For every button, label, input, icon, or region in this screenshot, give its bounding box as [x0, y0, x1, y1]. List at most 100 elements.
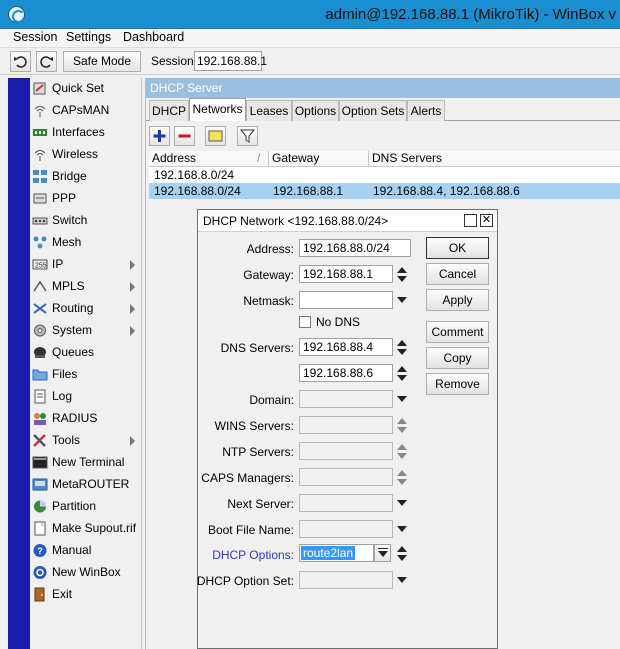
submenu-arrow-icon	[130, 304, 135, 314]
ppp-icon	[33, 193, 47, 204]
copy-button[interactable]: Copy	[426, 347, 489, 369]
menu-settings[interactable]: Settings	[63, 30, 114, 44]
boot-file-name-field[interactable]	[299, 520, 393, 538]
domain-field[interactable]	[299, 390, 393, 408]
tab-options[interactable]: Options	[292, 100, 339, 121]
menu-session[interactable]: Session	[10, 30, 60, 44]
networks-table: Address / Gateway DNS Servers 192.168.8.…	[149, 151, 620, 199]
sidebar-item-switch[interactable]: Switch	[30, 210, 142, 232]
wins-spinner-icon[interactable]	[397, 418, 407, 434]
redo-button[interactable]	[36, 51, 57, 72]
menu-dashboard[interactable]: Dashboard	[120, 30, 187, 44]
svg-text:255: 255	[35, 263, 47, 270]
caps-spinner-icon[interactable]	[397, 470, 407, 486]
sidebar-item-queues[interactable]: Queues	[30, 342, 142, 364]
safe-mode-button[interactable]: Safe Mode	[63, 51, 141, 72]
apply-button[interactable]: Apply	[426, 289, 489, 311]
dhcp-options-spinner-icon[interactable]	[397, 546, 407, 562]
remove-button-dialog[interactable]: Remove	[426, 373, 489, 395]
tab-networks[interactable]: Networks	[189, 98, 246, 121]
comment-button-dialog[interactable]: Comment	[426, 321, 489, 343]
sidebar-item-interfaces[interactable]: Interfaces	[30, 122, 142, 144]
no-dns-checkbox[interactable]	[299, 316, 311, 328]
tab-dhcp[interactable]: DHCP	[149, 100, 189, 121]
dhcp-options-field[interactable]: route2lan	[299, 544, 374, 562]
sidebar-item-partition[interactable]: Partition	[30, 496, 142, 518]
next-server-field[interactable]	[299, 494, 393, 512]
gateway-field[interactable]: 192.168.88.1	[299, 265, 393, 283]
sidebar-item-mpls[interactable]: MPLS	[30, 276, 142, 298]
partition-icon	[34, 500, 46, 513]
undo-icon	[14, 56, 27, 68]
dhcp-options-label: DHCP Options:	[212, 548, 294, 562]
dialog-titlebar[interactable]: DHCP Network <192.168.88.0/24> ✕	[198, 210, 497, 232]
window-titlebar[interactable]: admin@192.168.88.1 (MikroTik) - WinBox v	[0, 0, 620, 29]
wins-servers-field[interactable]	[299, 416, 393, 434]
tab-alerts[interactable]: Alerts	[407, 100, 445, 121]
netmask-dropdown-icon[interactable]	[397, 297, 407, 303]
ntp-spinner-icon[interactable]	[397, 444, 407, 460]
sidebar-item-new-terminal[interactable]: New Terminal	[30, 452, 142, 474]
sidebar-item-ip[interactable]: 255 IP	[30, 254, 142, 276]
sidebar-item-make-supout[interactable]: Make Supout.rif	[30, 518, 142, 540]
remove-button[interactable]	[174, 126, 195, 146]
sidebar-item-wireless[interactable]: Wireless	[30, 144, 142, 166]
dns-server-1-spinner-icon[interactable]	[397, 340, 407, 356]
session-field[interactable]: 192.168.88.1	[194, 51, 267, 71]
submenu-arrow-icon	[130, 282, 135, 292]
sidebar-item-radius[interactable]: RADIUS	[30, 408, 142, 430]
interfaces-icon	[33, 129, 47, 136]
dns-server-field-1[interactable]: 192.168.88.4	[299, 338, 393, 356]
column-header-address[interactable]: Address /	[149, 151, 269, 167]
sidebar-item-routing[interactable]: Routing	[30, 298, 142, 320]
quick-set-icon	[33, 82, 46, 95]
sidebar-item-files[interactable]: Files	[30, 364, 142, 386]
sidebar-item-log[interactable]: Log	[30, 386, 142, 408]
domain-dropdown-icon[interactable]	[397, 396, 407, 402]
cancel-button[interactable]: Cancel	[426, 263, 489, 285]
comment-button[interactable]	[205, 126, 226, 146]
boot-file-dropdown-icon[interactable]	[397, 526, 407, 532]
redo-icon	[40, 56, 53, 68]
column-header-gateway[interactable]: Gateway	[269, 151, 369, 167]
netmask-field[interactable]	[299, 291, 393, 309]
add-button[interactable]	[149, 126, 170, 146]
dhcp-option-set-dropdown-icon[interactable]	[397, 577, 407, 583]
undo-button[interactable]	[10, 51, 31, 72]
filter-button[interactable]	[237, 126, 258, 146]
caps-managers-field[interactable]	[299, 468, 393, 486]
dhcp-option-set-field[interactable]	[299, 571, 393, 589]
dhcp-server-titlebar[interactable]: DHCP Server	[146, 78, 620, 98]
column-header-dns-servers[interactable]: DNS Servers	[369, 151, 620, 167]
sidebar-item-mesh[interactable]: Mesh	[30, 232, 142, 254]
sidebar-item-manual[interactable]: ? Manual	[30, 540, 142, 562]
table-row[interactable]: 192.168.8.0/24	[149, 167, 620, 183]
dns-server-field-2[interactable]: 192.168.88.6	[299, 364, 393, 382]
table-row-selected[interactable]: 192.168.88.0/24 192.168.88.1 192.168.88.…	[149, 183, 620, 199]
next-server-dropdown-icon[interactable]	[397, 500, 407, 506]
submenu-arrow-icon	[130, 436, 135, 446]
menu-bar: Session Settings Dashboard	[0, 29, 620, 48]
sidebar-item-exit[interactable]: Exit	[30, 584, 142, 606]
sidebar-item-metarouter[interactable]: MetaROUTER	[30, 474, 142, 496]
terminal-icon	[32, 456, 48, 469]
sidebar-item-capsman[interactable]: CAPsMAN	[30, 100, 142, 122]
tab-leases[interactable]: Leases	[246, 100, 292, 121]
address-field[interactable]: 192.168.88.0/24	[299, 239, 411, 257]
gateway-spinner-icon[interactable]	[397, 267, 407, 283]
tab-option-sets[interactable]: Option Sets	[339, 100, 407, 121]
sidebar-item-bridge[interactable]: Bridge	[30, 166, 142, 188]
sidebar-item-quick-set[interactable]: Quick Set	[30, 78, 142, 100]
dns-server-2-spinner-icon[interactable]	[397, 366, 407, 382]
ok-button[interactable]: OK	[426, 237, 489, 259]
sidebar-item-ppp[interactable]: PPP	[30, 188, 142, 210]
sidebar-item-new-winbox[interactable]: New WinBox	[30, 562, 142, 584]
winbox-app-icon[interactable]	[8, 6, 25, 23]
close-icon[interactable]: ✕	[480, 214, 493, 227]
ntp-servers-field[interactable]	[299, 442, 393, 460]
sidebar-item-tools[interactable]: Tools	[30, 430, 142, 452]
queues-icon	[34, 347, 46, 358]
dhcp-options-dropdown-button[interactable]	[374, 544, 391, 562]
sidebar-item-system[interactable]: System	[30, 320, 142, 342]
maximize-icon[interactable]	[464, 214, 477, 227]
